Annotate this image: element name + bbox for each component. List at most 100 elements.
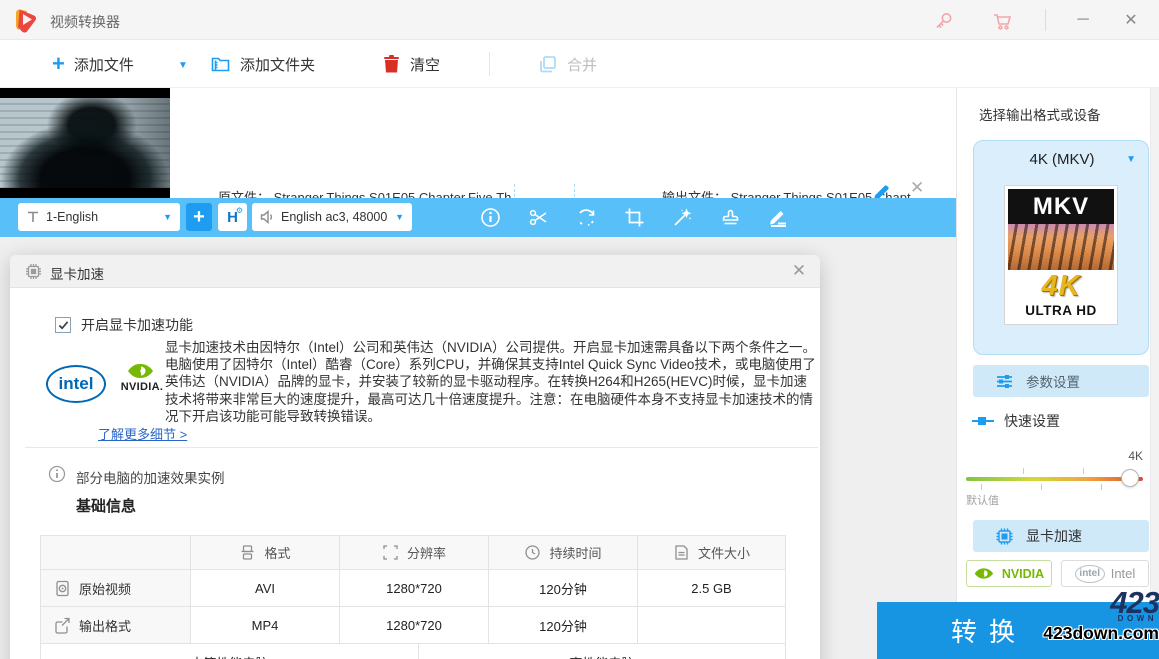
enable-gpu-label: 开启显卡加速功能 (81, 317, 193, 333)
video-thumbnail[interactable] (0, 88, 170, 198)
slider-max-label: 4K (1128, 449, 1143, 463)
col-size: 文件大小 (638, 536, 786, 570)
quality-slider-handle[interactable] (1121, 469, 1139, 487)
app-window: 视频转换器 ─ ✕ + 添加文件 ▼ 添加文件夹 清空 合并 ✕ 1-Engli… (0, 0, 1159, 659)
intel-logo: intel (46, 365, 106, 403)
edit-bar: 1-English ▼ + H ⚙ English ac3, 48000 H ▼ (0, 198, 956, 237)
register-key-icon[interactable] (933, 10, 955, 32)
table-row-source: 原始视频 AVI 1280*720 120分钟 2.5 GB (41, 570, 786, 607)
add-file-dropdown-caret[interactable]: ▼ (178, 60, 188, 71)
intel-toggle-button[interactable]: intel Intel (1061, 560, 1149, 587)
sliders-icon (995, 372, 1014, 391)
dialog-header: 显卡加速 ✕ (10, 255, 820, 288)
chip-icon (25, 263, 42, 280)
video-frame (0, 98, 170, 188)
media-info-icon[interactable] (480, 207, 501, 228)
crop-icon[interactable] (624, 207, 645, 228)
table-corner-cell (41, 536, 191, 570)
scrollbar-track[interactable] (1150, 88, 1159, 659)
file-task-row: 原文件： Stranger.Things.S01E05.Chapter.Five… (0, 88, 956, 280)
slider-tick (1041, 484, 1042, 490)
main-toolbar: + 添加文件 ▼ 添加文件夹 清空 合并 (0, 40, 1159, 88)
nvidia-eye-icon (128, 364, 153, 378)
titlebar: 视频转换器 ─ ✕ (0, 0, 1159, 40)
format-profile-value: 4K (MKV) (1029, 151, 1095, 168)
nvidia-label: NVIDIA (1001, 566, 1045, 581)
format-icon (239, 544, 256, 561)
add-folder-button[interactable]: 添加文件夹 (210, 40, 315, 88)
chevron-down-icon[interactable]: ▼ (1126, 154, 1136, 165)
intel-logo: intel (1074, 564, 1105, 583)
trim-scissors-icon[interactable] (528, 207, 549, 228)
app-logo-icon (13, 7, 40, 34)
merge-icon (538, 54, 558, 74)
slider-default-label: 默认值 (966, 495, 999, 507)
gpu-acceleration-button[interactable]: 显卡加速 (973, 520, 1149, 552)
learn-more-link[interactable]: 了解更多细节 > (98, 424, 187, 443)
source-video-icon (54, 580, 71, 597)
file-size-icon (673, 544, 690, 561)
minimize-button[interactable]: ─ (1062, 0, 1104, 40)
add-folder-label: 添加文件夹 (240, 56, 316, 74)
add-subtitle-button[interactable]: + (186, 203, 212, 231)
convert-button[interactable]: 转换 (877, 602, 1159, 659)
slider-tick (1101, 484, 1102, 490)
close-window-button[interactable]: ✕ (1110, 0, 1152, 40)
chip-icon (995, 527, 1014, 546)
gear-icon: ⚙ (235, 206, 243, 215)
nvidia-toggle-button[interactable]: NVIDIA (966, 560, 1052, 587)
info-circle-icon (48, 465, 66, 483)
audio-track-value: English ac3, 48000 H (281, 210, 390, 224)
enable-gpu-checkbox-row[interactable]: 开启显卡加速功能 (55, 315, 193, 335)
basic-info-heading: 基础信息 (76, 498, 137, 515)
plus-icon: + (52, 51, 65, 76)
table-footer-row: 中等性能电脑 高性能电脑 (41, 644, 786, 659)
gpu-acceleration-dialog: 显卡加速 ✕ 开启显卡加速功能 intel NVIDIA. 显卡加速技术由因特尔… (10, 255, 820, 659)
col-resolution: 分辨率 (340, 536, 489, 570)
intel-label: Intel (1110, 566, 1136, 581)
gpu-acceleration-label: 显卡加速 (1026, 528, 1082, 544)
merge-label: 合并 (567, 56, 598, 74)
dialog-close-icon[interactable]: ✕ (788, 261, 810, 281)
h-gear-button[interactable]: H ⚙ (218, 203, 247, 231)
card-tiger-image (1008, 224, 1114, 270)
add-file-button[interactable]: + 添加文件 (52, 40, 134, 88)
output-format-icon (54, 617, 71, 634)
col-format: 格式 (191, 536, 340, 570)
trash-icon (382, 54, 401, 74)
app-title: 视频转换器 (50, 14, 120, 30)
chevron-down-icon: ▼ (163, 212, 172, 222)
checkbox-checked[interactable] (55, 317, 71, 333)
slider-handle-icon (971, 414, 995, 428)
audio-track-select[interactable]: English ac3, 48000 H ▼ (252, 203, 412, 231)
slider-tick (981, 484, 982, 490)
clear-button[interactable]: 清空 (382, 40, 440, 88)
parameter-settings-label: 参数设置 (1026, 375, 1080, 390)
dialog-title: 显卡加速 (50, 267, 104, 282)
subtitle-edit-icon[interactable] (768, 207, 789, 228)
parameter-settings-button[interactable]: 参数设置 (973, 365, 1149, 397)
folder-icon (210, 54, 231, 75)
effect-wand-icon[interactable] (672, 207, 693, 228)
cart-icon[interactable] (991, 10, 1013, 32)
merge-button: 合并 (538, 40, 597, 88)
card-quality-label: 4K (1041, 269, 1081, 302)
remove-file-icon[interactable]: ✕ (910, 178, 924, 198)
resolution-icon (382, 544, 399, 561)
subtitle-track-select[interactable]: 1-English ▼ (18, 203, 180, 231)
table-row-output: 输出格式 MP4 1280*720 120分钟 (41, 607, 786, 644)
nvidia-logo: NVIDIA. (114, 361, 170, 393)
table-header-row: 格式 分辨率 持续时间 文件大小 (41, 536, 786, 570)
format-selector-panel[interactable]: 4K (MKV) ▼ MKV 4K ULTRA HD (973, 140, 1149, 355)
dialog-divider (25, 447, 818, 448)
slider-tick (1083, 468, 1084, 474)
quality-slider-track[interactable] (966, 477, 1143, 481)
sidebar-heading: 选择输出格式或设备 (979, 108, 1101, 123)
titlebar-divider (1045, 9, 1046, 31)
watermark-stamp-icon[interactable] (720, 207, 741, 228)
subtitle-T-icon (26, 210, 40, 224)
add-file-label: 添加文件 (73, 56, 134, 74)
quick-settings-label: 快速设置 (1004, 413, 1060, 429)
quick-settings-row: 快速设置 (971, 411, 1060, 431)
rotate-icon[interactable] (576, 207, 597, 228)
